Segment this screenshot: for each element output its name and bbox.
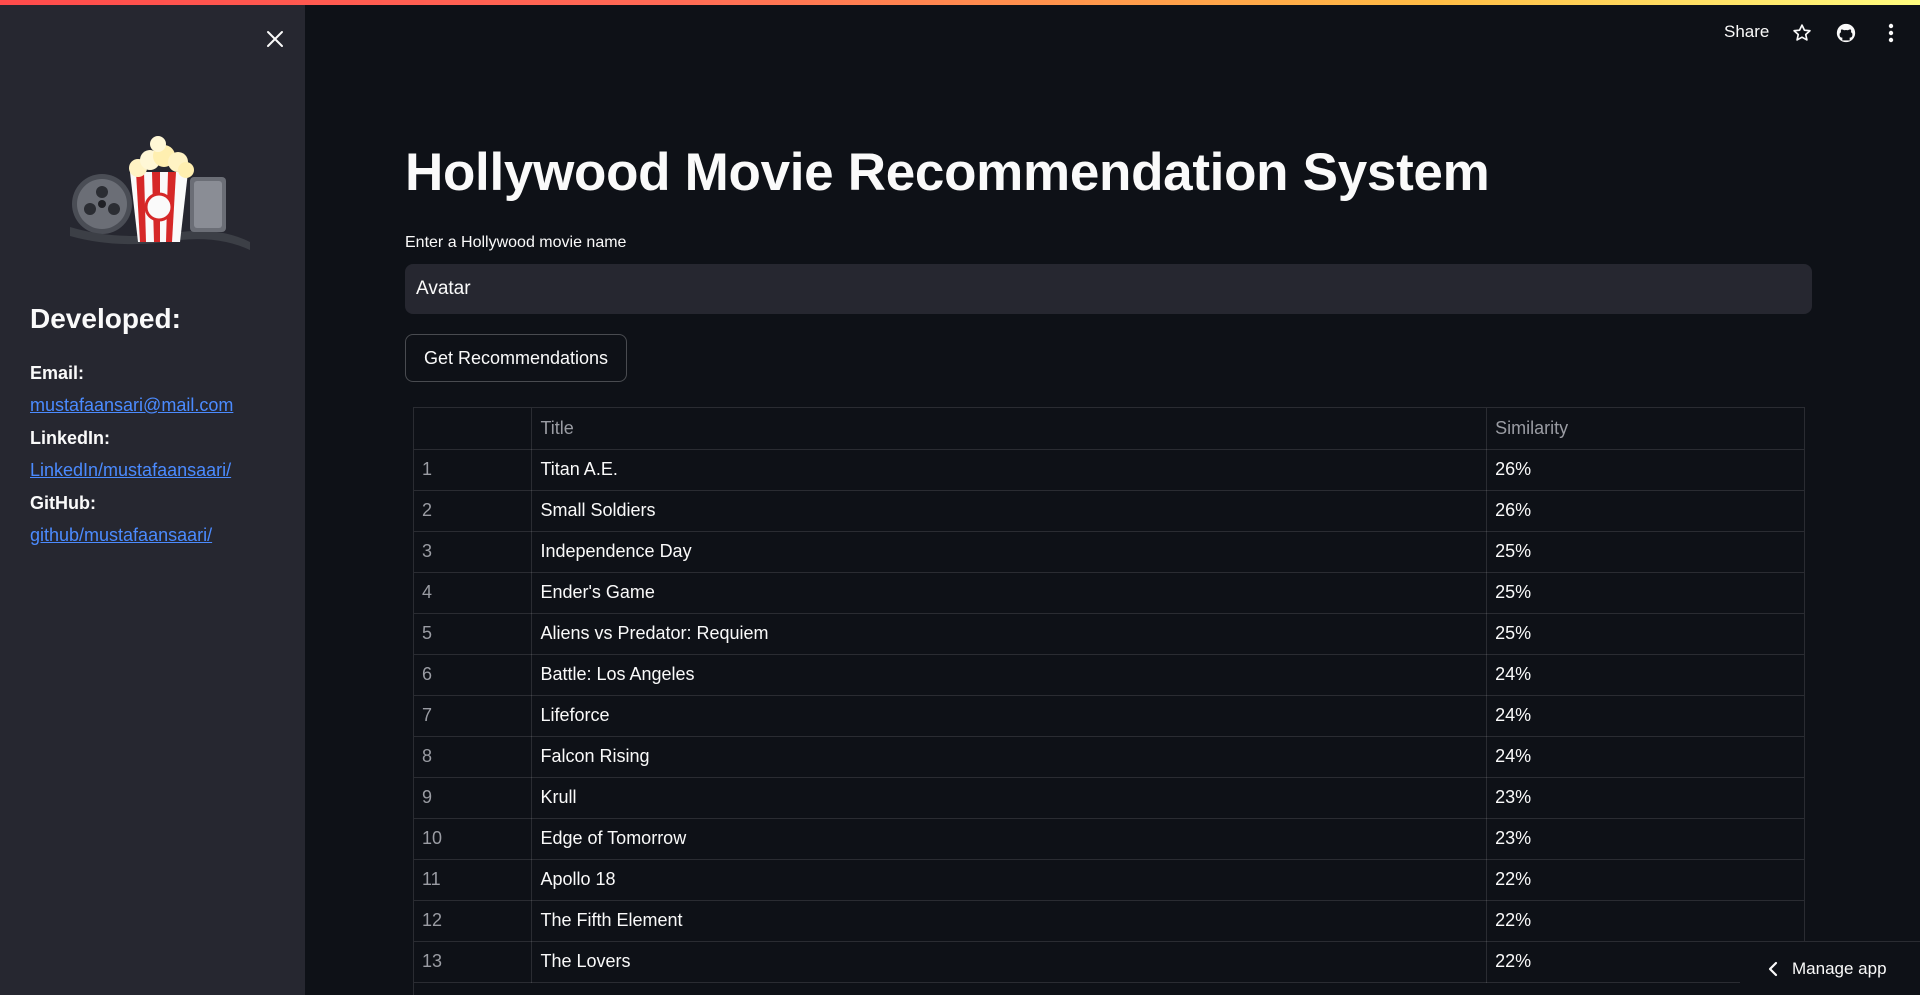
linkedin-link[interactable]: LinkedIn/mustafaansaari/ bbox=[30, 460, 231, 481]
table-row: 1 Titan A.E. 26% bbox=[414, 449, 1804, 491]
linkedin-label: LinkedIn: bbox=[30, 428, 110, 448]
star-button[interactable] bbox=[1791, 22, 1813, 44]
table-row: 8 Falcon Rising 24% bbox=[414, 736, 1804, 778]
manage-app-label: Manage app bbox=[1792, 958, 1887, 978]
movie-title-cell[interactable]: Edge of Tomorrow bbox=[531, 818, 1488, 860]
movie-title-cell[interactable]: Battle: Los Angeles bbox=[531, 654, 1488, 696]
row-index-cell[interactable]: 11 bbox=[414, 859, 533, 901]
table-row: 10 Edge of Tomorrow 23% bbox=[414, 818, 1804, 860]
row-index-cell[interactable]: 4 bbox=[414, 572, 533, 614]
table-row: 9 Krull 23% bbox=[414, 777, 1804, 819]
movie-input-label: Enter a Hollywood movie name bbox=[405, 234, 627, 251]
popcorn-film-reel-logo bbox=[70, 136, 250, 250]
similarity-cell[interactable]: 25% bbox=[1486, 572, 1804, 614]
movie-title-cell[interactable]: The Lovers bbox=[531, 941, 1488, 983]
row-index-cell[interactable]: 12 bbox=[414, 900, 533, 942]
top-decoration-bar bbox=[0, 0, 1920, 5]
row-index-cell[interactable]: 10 bbox=[414, 818, 533, 860]
table-header-row: Title Similarity bbox=[414, 408, 1804, 450]
similarity-cell[interactable]: 24% bbox=[1486, 654, 1804, 696]
similarity-cell[interactable]: 22% bbox=[1486, 859, 1804, 901]
similarity-column-header[interactable]: Similarity bbox=[1486, 408, 1804, 450]
share-button[interactable]: Share bbox=[1724, 22, 1769, 42]
movie-title-cell[interactable]: Independence Day bbox=[531, 531, 1488, 573]
close-icon bbox=[267, 31, 283, 47]
movie-name-input[interactable] bbox=[405, 264, 1812, 314]
close-sidebar-button[interactable] bbox=[262, 26, 288, 52]
similarity-cell[interactable]: 24% bbox=[1486, 736, 1804, 778]
movie-title-cell[interactable]: The Fifth Element bbox=[531, 900, 1488, 942]
row-index-cell[interactable]: 9 bbox=[414, 777, 533, 819]
github-label: GitHub: bbox=[30, 493, 96, 513]
github-button[interactable] bbox=[1835, 22, 1857, 44]
similarity-cell[interactable]: 26% bbox=[1486, 449, 1804, 491]
movie-title-cell[interactable]: Small Soldiers bbox=[531, 490, 1488, 532]
row-index-cell[interactable]: 8 bbox=[414, 736, 533, 778]
main-menu-button[interactable] bbox=[1880, 22, 1902, 44]
movie-title-cell[interactable]: Apollo 18 bbox=[531, 859, 1488, 901]
developed-heading: Developed: bbox=[30, 303, 181, 334]
row-index-cell[interactable]: 13 bbox=[414, 941, 533, 983]
row-index-cell[interactable]: 3 bbox=[414, 531, 533, 573]
table-row: 3 Independence Day 25% bbox=[414, 531, 1804, 573]
email-link[interactable]: mustafaansari@mail.com bbox=[30, 395, 233, 416]
more-vert-icon bbox=[1888, 23, 1894, 43]
github-link[interactable]: github/mustafaansaari/ bbox=[30, 525, 212, 546]
table-row: 5 Aliens vs Predator: Requiem 25% bbox=[414, 613, 1804, 655]
movie-title-cell[interactable]: Lifeforce bbox=[531, 695, 1488, 737]
movie-title-cell[interactable]: Aliens vs Predator: Requiem bbox=[531, 613, 1488, 655]
movie-title-cell[interactable]: Titan A.E. bbox=[531, 449, 1488, 491]
page-title: Hollywood Movie Recommendation System bbox=[405, 143, 1490, 202]
similarity-cell[interactable]: 24% bbox=[1486, 695, 1804, 737]
similarity-cell[interactable]: 26% bbox=[1486, 490, 1804, 532]
similarity-cell[interactable]: 22% bbox=[1486, 900, 1804, 942]
similarity-cell[interactable]: 25% bbox=[1486, 531, 1804, 573]
recommendations-table: Title Similarity 1 Titan A.E. 26% 2 Small So… bbox=[413, 407, 1805, 995]
row-index-cell[interactable]: 7 bbox=[414, 695, 533, 737]
star-icon bbox=[1793, 24, 1811, 41]
chevron-left-icon bbox=[1768, 961, 1778, 976]
similarity-cell[interactable]: 25% bbox=[1486, 613, 1804, 655]
row-index-cell[interactable]: 5 bbox=[414, 613, 533, 655]
similarity-cell[interactable]: 23% bbox=[1486, 777, 1804, 819]
row-index-cell[interactable]: 6 bbox=[414, 654, 533, 696]
sidebar: Developed: Email: mustafaansari@mail.com… bbox=[0, 5, 305, 995]
similarity-cell[interactable]: 23% bbox=[1486, 818, 1804, 860]
table-row: 13 The Lovers 22% bbox=[414, 941, 1804, 983]
title-column-header[interactable]: Title bbox=[531, 408, 1488, 450]
table-row: 2 Small Soldiers 26% bbox=[414, 490, 1804, 532]
row-index-cell[interactable]: 2 bbox=[414, 490, 533, 532]
row-index-cell[interactable]: 1 bbox=[414, 449, 533, 491]
movie-title-cell[interactable]: Falcon Rising bbox=[531, 736, 1488, 778]
movie-title-cell[interactable]: Ender's Game bbox=[531, 572, 1488, 614]
table-row: 12 The Fifth Element 22% bbox=[414, 900, 1804, 942]
table-row: 6 Battle: Los Angeles 24% bbox=[414, 654, 1804, 696]
table-row: 11 Apollo 18 22% bbox=[414, 859, 1804, 901]
manage-app-button[interactable]: Manage app bbox=[1740, 941, 1920, 995]
github-icon bbox=[1836, 23, 1856, 43]
table-row: 7 Lifeforce 24% bbox=[414, 695, 1804, 737]
get-recommendations-button[interactable]: Get Recommendations bbox=[405, 334, 627, 382]
table-row: 4 Ender's Game 25% bbox=[414, 572, 1804, 614]
index-column-header[interactable] bbox=[414, 408, 533, 450]
email-label: Email: bbox=[30, 363, 85, 383]
movie-title-cell[interactable]: Krull bbox=[531, 777, 1488, 819]
